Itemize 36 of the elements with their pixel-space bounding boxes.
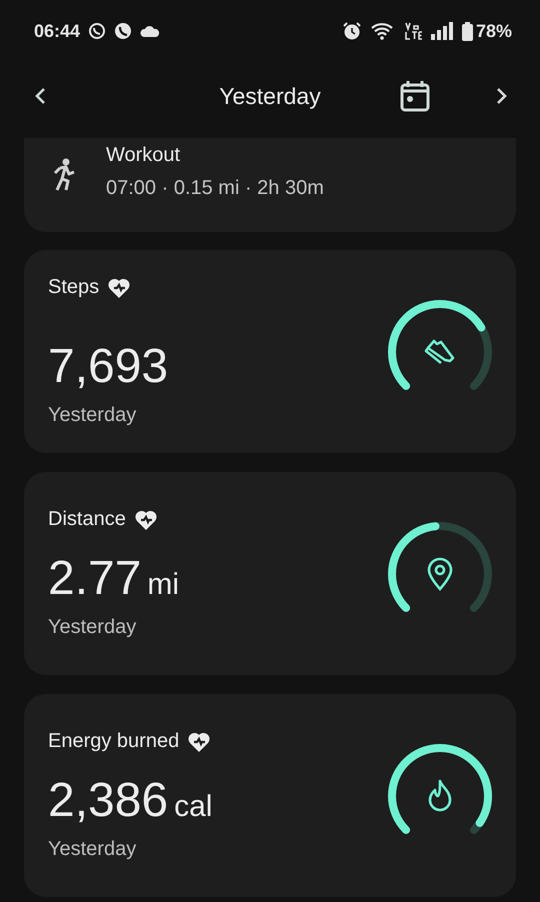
battery-icon: [462, 22, 473, 40]
battery-level: 78%: [476, 20, 512, 42]
metric-value: 2.77: [48, 552, 142, 605]
alarm-icon: [342, 21, 362, 41]
chat-icon: [88, 22, 106, 40]
volte-icon: [404, 21, 422, 41]
heart-badge-icon: [107, 276, 132, 298]
clock-time: 06:44: [34, 20, 80, 42]
metric-title: Distance: [48, 508, 126, 531]
heart-badge-icon: [187, 730, 212, 752]
metric-title: Steps: [48, 276, 100, 299]
metric-unit: mi: [147, 568, 180, 601]
calendar-icon[interactable]: [400, 80, 430, 112]
heart-badge-icon: [134, 508, 158, 530]
metric-card[interactable]: Energy burned 2,386 cal Yesterday: [24, 694, 516, 897]
workout-card[interactable]: Workout 07:00 · 0.15 mi · 2h 30m: [24, 138, 516, 232]
phone-icon: [114, 22, 132, 40]
metric-value: 7,693: [48, 339, 168, 394]
metric-period: Yesterday: [48, 404, 138, 427]
metric-period: Yesterday: [48, 616, 138, 639]
workout-details: 07:00 · 0.15 mi · 2h 30m: [106, 177, 324, 200]
signal-icon: [430, 22, 453, 40]
flame-icon: [430, 780, 450, 810]
running-person-icon: [52, 158, 76, 192]
metric-unit: cal: [174, 790, 212, 823]
metric-card[interactable]: Steps 7,693 Yesterday: [24, 250, 516, 453]
wifi-icon: [370, 22, 395, 40]
metric-period: Yesterday: [48, 838, 138, 861]
metric-card[interactable]: Distance 2.77 mi Yesterday: [24, 472, 516, 675]
metric-value: 2,386: [48, 774, 168, 827]
date-title: Yesterday: [219, 82, 321, 108]
workout-title: Workout: [106, 144, 182, 167]
cloud-icon: [140, 25, 160, 37]
metric-title: Energy burned: [48, 730, 180, 753]
location-pin-icon: [429, 558, 451, 588]
shoe-icon: [426, 340, 453, 362]
